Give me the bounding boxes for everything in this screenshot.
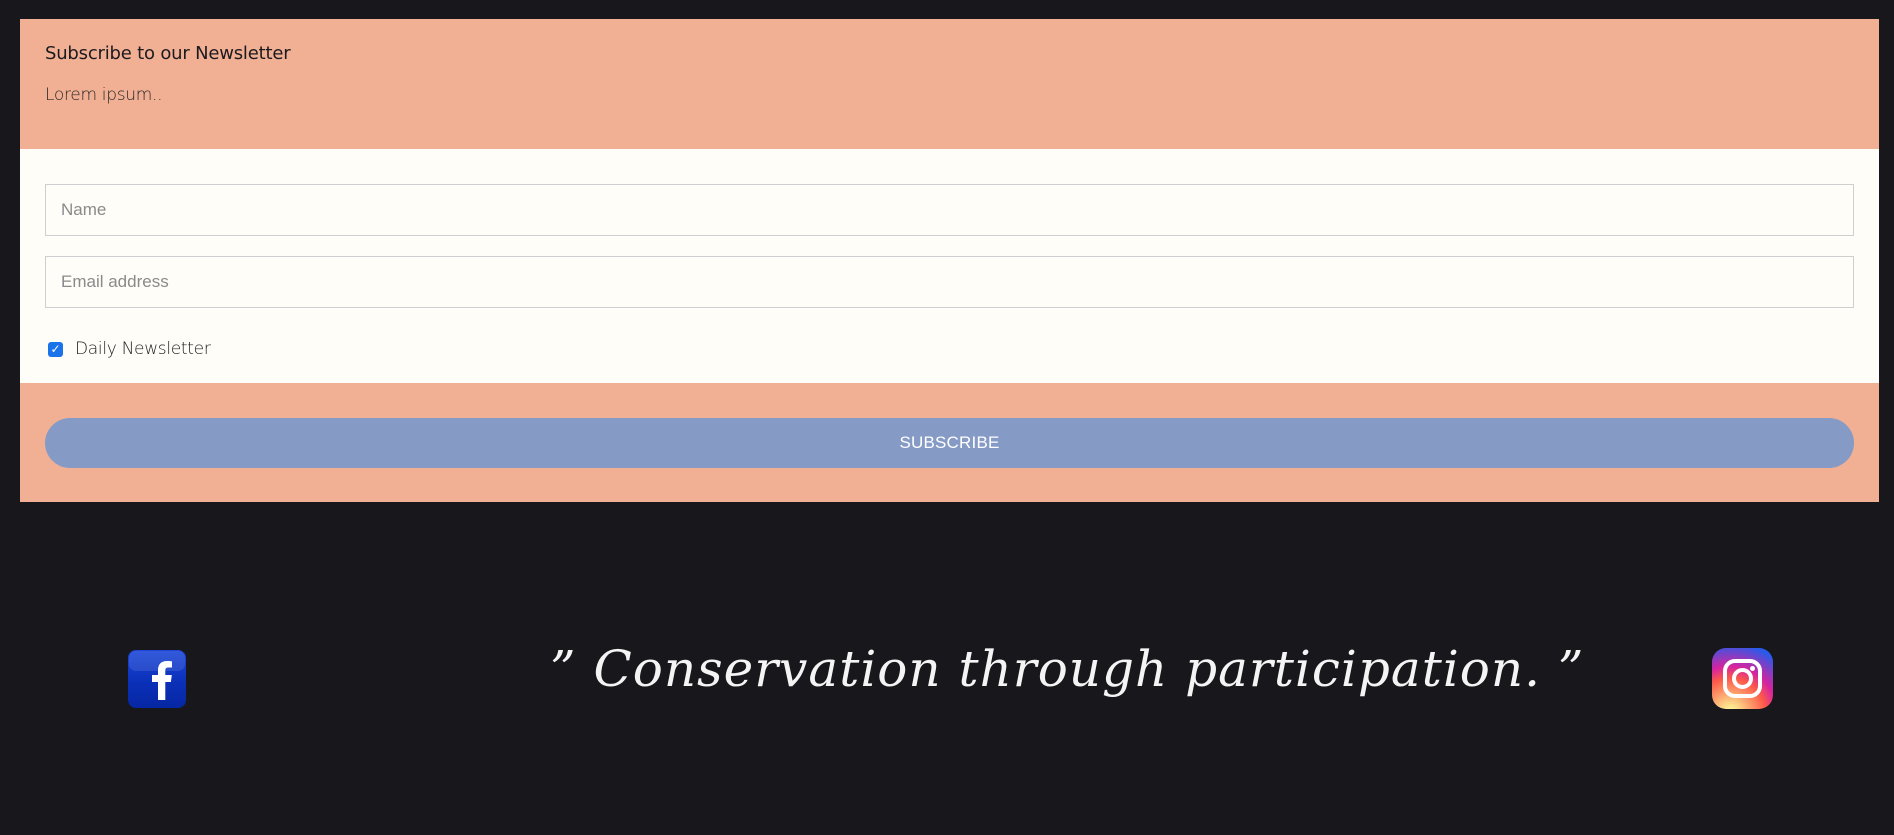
instagram-icon[interactable] [1712,648,1773,709]
newsletter-actions: SUBSCRIBE [20,383,1879,502]
newsletter-title: Subscribe to our Newsletter [45,43,291,64]
newsletter-description: Lorem ipsum.. [45,85,163,105]
page: Subscribe to our Newsletter Lorem ipsum.… [0,0,1894,835]
newsletter-header: Subscribe to our Newsletter Lorem ipsum.… [20,19,1879,149]
subscribe-button[interactable]: SUBSCRIBE [45,418,1854,468]
name-input[interactable] [45,184,1854,236]
newsletter-fields: ✓ Daily Newsletter [20,149,1879,383]
facebook-icon[interactable] [128,650,186,708]
email-input[interactable] [45,256,1854,308]
daily-newsletter-checkbox[interactable]: ✓ [48,341,63,357]
daily-newsletter-option[interactable]: ✓ Daily Newsletter [48,337,211,361]
daily-newsletter-label: Daily Newsletter [75,339,211,359]
newsletter-form: Subscribe to our Newsletter Lorem ipsum.… [20,19,1879,502]
instagram-logo-glyph [1723,659,1762,698]
footer-quote: ” Conservation through participation. ” [550,640,1585,698]
facebook-logo-glyph [129,651,185,700]
